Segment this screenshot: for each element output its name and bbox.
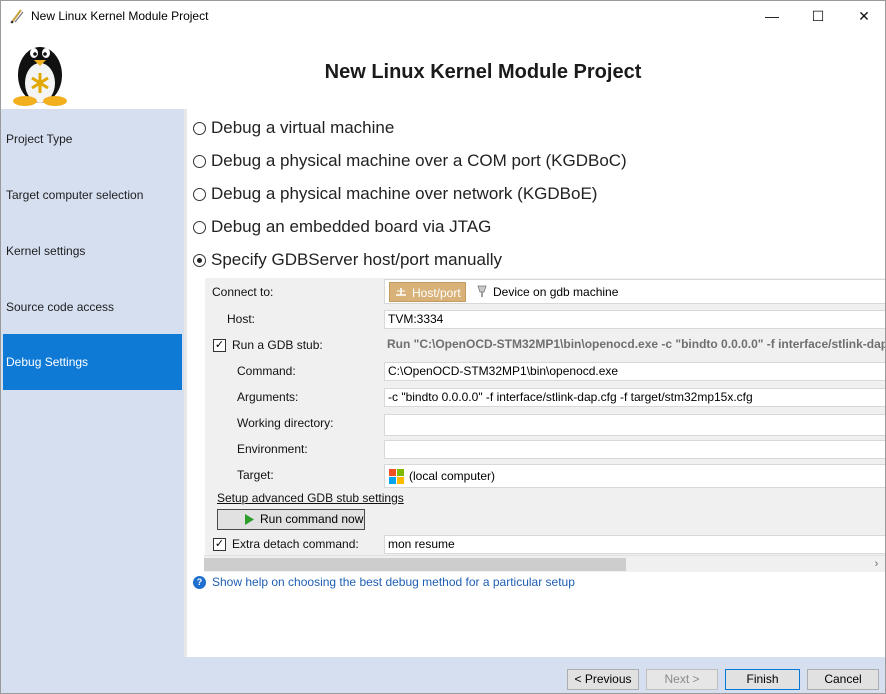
extra-detach-label: Extra detach command:	[232, 537, 359, 551]
question-icon: ?	[193, 575, 206, 589]
minimize-button[interactable]: —	[749, 1, 795, 31]
target-value: (local computer)	[409, 469, 496, 483]
advanced-stub-settings-link[interactable]: Setup advanced GDB stub settings	[217, 491, 404, 505]
run-stub-summary: Run "C:\OpenOCD-STM32MP1\bin\openocd.exe…	[384, 336, 885, 355]
maximize-button[interactable]: ☐	[795, 1, 841, 31]
run-command-now-label: Run command now	[260, 512, 364, 526]
wizard-window: New Linux Kernel Module Project — ☐ ✕ Ne…	[0, 0, 886, 694]
radio-debug-virtual-machine[interactable]: Debug a virtual machine	[193, 116, 394, 140]
radio-debug-jtag[interactable]: Debug an embedded board via JTAG	[193, 215, 491, 239]
horizontal-scrollbar[interactable]: ›	[204, 555, 885, 572]
connect-to-selector: Host/port Device on gdb machine	[384, 279, 885, 304]
next-button[interactable]: Next >	[646, 669, 718, 690]
sidebar-item-source-code[interactable]: Source code access	[3, 279, 182, 335]
wizard-footer: < Previous Next > Finish Cancel	[1, 657, 885, 693]
radio-debug-network[interactable]: Debug a physical machine over network (K…	[193, 182, 597, 206]
working-directory-input[interactable]	[384, 414, 885, 436]
network-icon	[396, 288, 406, 296]
environment-label: Environment:	[237, 442, 308, 456]
extra-detach-checkbox[interactable]: ✓	[213, 538, 226, 551]
close-button[interactable]: ✕	[841, 1, 885, 31]
run-command-now-button[interactable]: Run command now	[217, 509, 365, 530]
cancel-button[interactable]: Cancel	[807, 669, 879, 690]
target-label: Target:	[237, 468, 274, 482]
environment-input[interactable]	[384, 440, 885, 459]
sidebar-item-kernel-settings[interactable]: Kernel settings	[3, 223, 182, 279]
device-on-gdb-toggle[interactable]: Device on gdb machine	[471, 282, 622, 302]
extra-detach-input[interactable]: mon resume	[384, 535, 885, 554]
radio-label: Specify GDBServer host/port manually	[211, 250, 503, 269]
finish-button[interactable]: Finish	[725, 669, 800, 690]
connect-to-label: Connect to:	[212, 285, 274, 299]
command-label: Command:	[237, 364, 296, 378]
radio-debug-com-port[interactable]: Debug a physical machine over a COM port…	[193, 149, 627, 173]
debug-settings-panel: Debug a virtual machine Debug a physical…	[187, 109, 885, 657]
radio-button[interactable]	[193, 220, 206, 234]
working-directory-label: Working directory:	[237, 416, 334, 430]
scroll-right-arrow[interactable]: ›	[868, 556, 885, 573]
radio-gdbserver-manual[interactable]: Specify GDBServer host/port manually	[193, 248, 502, 272]
window-title: New Linux Kernel Module Project	[31, 9, 209, 23]
radio-label: Debug a virtual machine	[211, 118, 395, 137]
gdbserver-settings: Connect to: Host/port Device on gdb mach…	[205, 278, 885, 566]
host-label: Host:	[227, 312, 256, 326]
plug-icon	[477, 285, 487, 297]
target-selector[interactable]: (local computer)	[384, 464, 885, 488]
scrollbar-thumb[interactable]	[204, 558, 626, 571]
sidebar-item-project-type[interactable]: Project Type	[3, 111, 182, 167]
play-icon	[245, 514, 254, 525]
radio-label: Debug an embedded board via JTAG	[211, 217, 492, 236]
windows-flag-icon	[389, 469, 404, 484]
pencil-icon	[10, 9, 24, 24]
help-link[interactable]: Show help on choosing the best debug met…	[212, 575, 575, 589]
host-port-toggle[interactable]: Host/port	[389, 282, 466, 302]
sidebar-item-debug-settings[interactable]: Debug Settings	[3, 334, 182, 390]
wizard-sidebar: Project Type Target computer selection K…	[1, 109, 184, 657]
radio-button[interactable]	[193, 187, 206, 201]
arguments-label: Arguments:	[237, 390, 299, 404]
command-input[interactable]: C:\OpenOCD-STM32MP1\bin\openocd.exe	[384, 362, 885, 381]
host-input[interactable]: TVM:3334	[384, 310, 885, 329]
host-port-label: Host/port	[412, 286, 461, 300]
radio-label: Debug a physical machine over a COM port…	[211, 151, 627, 170]
run-gdb-stub-checkbox[interactable]: ✓	[213, 339, 226, 352]
arguments-input[interactable]: -c "bindto 0.0.0.0" -f interface/stlink-…	[384, 388, 885, 407]
page-title: New Linux Kernel Module Project	[324, 61, 642, 83]
run-gdb-stub-label: Run a GDB stub:	[232, 338, 323, 352]
radio-button-selected[interactable]	[193, 253, 206, 267]
radio-button[interactable]	[193, 121, 206, 135]
radio-button[interactable]	[193, 154, 206, 168]
radio-label: Debug a physical machine over network (K…	[211, 184, 598, 203]
wizard-header: New Linux Kernel Module Project	[1, 31, 885, 109]
sidebar-item-target-computer[interactable]: Target computer selection	[3, 167, 182, 223]
title-bar: New Linux Kernel Module Project — ☐ ✕	[1, 1, 885, 31]
previous-button[interactable]: < Previous	[567, 669, 639, 690]
device-on-gdb-label: Device on gdb machine	[493, 285, 619, 299]
help-row[interactable]: ? Show help on choosing the best debug m…	[193, 575, 575, 589]
